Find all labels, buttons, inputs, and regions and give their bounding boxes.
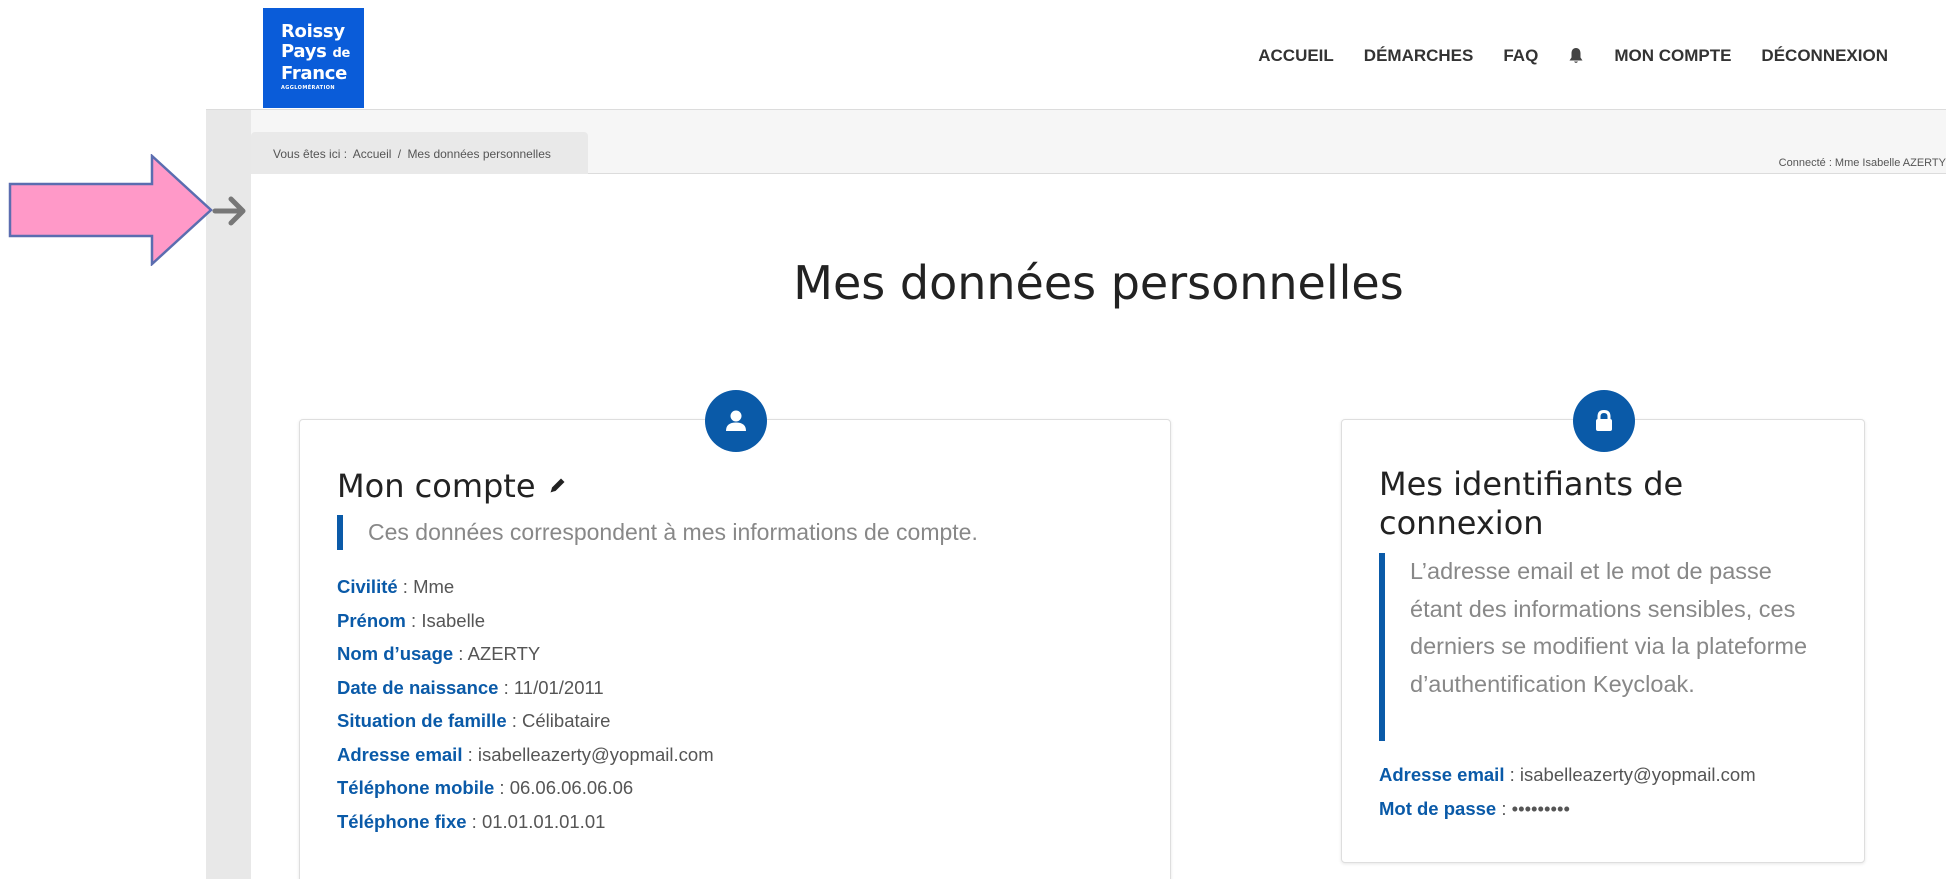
- site-logo[interactable]: Roissy Pays de France AGGLOMÉRATION: [263, 8, 364, 108]
- arrow-right-icon[interactable]: [210, 193, 250, 229]
- field-row: Téléphone fixe : 01.01.01.01.01: [337, 810, 606, 832]
- account-card: Mon compte Ces données correspondent à m…: [299, 419, 1171, 879]
- lock-icon: [1573, 390, 1635, 452]
- credentials-fields: Adresse email : isabelleazerty@yopmail.c…: [1379, 758, 1756, 825]
- breadcrumb-current: Mes données personnelles: [407, 147, 551, 161]
- nav-deconnexion[interactable]: DÉCONNEXION: [1761, 46, 1888, 66]
- logo-line4: AGGLOMÉRATION: [281, 85, 335, 91]
- connected-user: Connecté : Mme Isabelle AZERTY: [1778, 157, 1946, 169]
- account-card-title: Mon compte: [337, 465, 568, 506]
- field-row: Civilité : Mme: [337, 576, 455, 597]
- logo-line1: Roissy: [281, 21, 345, 42]
- field-row: Nom d’usage : AZERTY: [337, 643, 541, 664]
- field-row: Situation de famille : Célibataire: [337, 710, 611, 731]
- field-row: Téléphone mobile : 06.06.06.06.06: [337, 777, 634, 798]
- logo-line2: Pays de: [281, 41, 351, 62]
- page-title: Mes données personnelles: [793, 256, 1404, 310]
- pencil-icon[interactable]: [548, 465, 568, 493]
- breadcrumb-separator: /: [397, 147, 402, 161]
- main-nav: ACCUEIL DÉMARCHES FAQ MON COMPTE DÉCONNE…: [1228, 46, 1888, 66]
- pink-arrow-icon: [8, 154, 213, 266]
- account-note: Ces données correspondent à mes informat…: [337, 515, 1097, 550]
- nav-faq[interactable]: FAQ: [1503, 46, 1538, 66]
- credentials-card: Mes identifiants de connexion L’adresse …: [1341, 419, 1865, 863]
- user-icon: [705, 390, 767, 452]
- breadcrumb: Vous êtes ici : Accueil / Mes données pe…: [251, 132, 588, 174]
- field-row: Mot de passe : •••••••••: [1379, 797, 1570, 819]
- field-row: Adresse email : isabelleazerty@yopmail.c…: [1379, 764, 1756, 785]
- page: Roissy Pays de France AGGLOMÉRATION ACCU…: [0, 0, 1946, 879]
- nav-demarches[interactable]: DÉMARCHES: [1364, 46, 1474, 66]
- field-row: Adresse email : isabelleazerty@yopmail.c…: [337, 743, 714, 765]
- breadcrumb-home[interactable]: Accueil: [353, 147, 392, 161]
- field-row: Date de naissance : 11/01/2011: [337, 676, 604, 698]
- breadcrumb-prefix: Vous êtes ici :: [273, 147, 348, 161]
- credentials-note: L’adresse email et le mot de passe étant…: [1379, 553, 1819, 741]
- account-fields: Civilité : Mme Prénom : Isabelle Nom d’u…: [337, 570, 714, 838]
- nav-accueil[interactable]: ACCUEIL: [1258, 46, 1334, 66]
- field-row: Prénom : Isabelle: [337, 609, 486, 631]
- logo-line3: France: [281, 63, 348, 84]
- credentials-card-title: Mes identifiants de connexion: [1379, 465, 1684, 542]
- nav-mon-compte[interactable]: MON COMPTE: [1614, 46, 1731, 66]
- bell-icon[interactable]: [1568, 47, 1584, 65]
